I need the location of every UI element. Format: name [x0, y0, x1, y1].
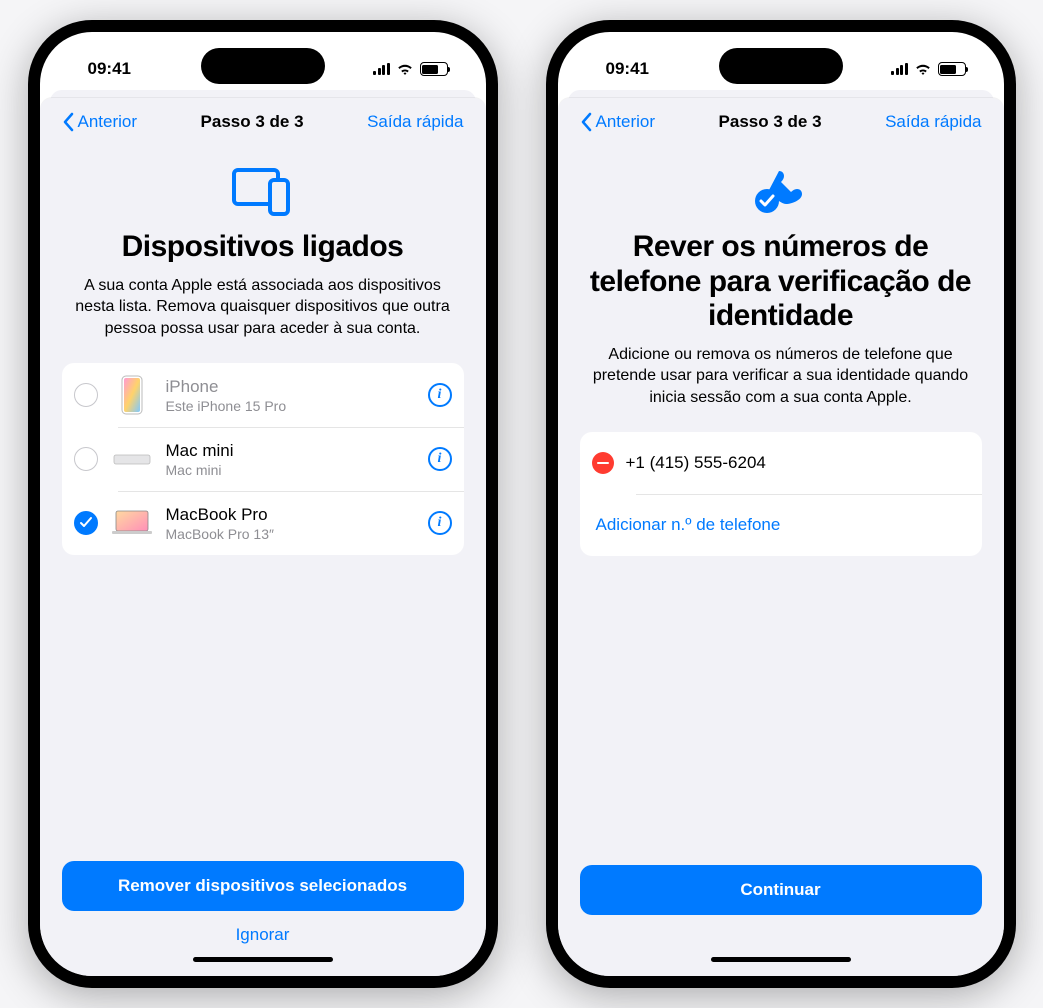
nav-bar: Anterior Passo 3 de 3 Saída rápida	[62, 98, 464, 142]
nav-bar: Anterior Passo 3 de 3 Saída rápida	[580, 98, 982, 142]
back-button[interactable]: Anterior	[62, 112, 138, 132]
device-model: Este iPhone 15 Pro	[166, 398, 416, 414]
remove-selected-button[interactable]: Remover dispositivos selecionados	[62, 861, 464, 911]
macbook-icon	[110, 501, 154, 545]
dynamic-island	[201, 48, 325, 84]
back-button[interactable]: Anterior	[580, 112, 656, 132]
hero-section: Rever os números de telefone para verifi…	[580, 142, 982, 426]
info-button[interactable]: i	[428, 383, 452, 407]
battery-icon	[420, 62, 448, 76]
page-title: Dispositivos ligados	[68, 230, 458, 265]
page-description: Adicione ou remova os números de telefon…	[586, 344, 976, 409]
check-icon	[79, 516, 93, 530]
dynamic-island	[719, 48, 843, 84]
info-button[interactable]: i	[428, 447, 452, 471]
device-row-iphone[interactable]: iPhone Este iPhone 15 Pro i	[62, 363, 464, 427]
status-time: 09:41	[606, 59, 649, 79]
battery-icon	[938, 62, 966, 76]
wifi-icon	[396, 62, 414, 76]
phone-mockup-right: 09:41 Anterior Passo 3 de 3 Saída rápida	[546, 20, 1016, 988]
home-indicator[interactable]	[711, 957, 851, 962]
modal-sheet: Anterior Passo 3 de 3 Saída rápida Dispo…	[40, 98, 486, 976]
select-radio[interactable]	[74, 447, 98, 471]
devices-icon	[68, 160, 458, 222]
select-radio[interactable]	[74, 383, 98, 407]
phone-check-icon	[586, 160, 976, 222]
wifi-icon	[914, 62, 932, 76]
phone-list: +1 (415) 555-6204 Adicionar n.º de telef…	[580, 432, 982, 556]
remove-button[interactable]	[592, 452, 614, 474]
quick-exit-button[interactable]: Saída rápida	[885, 112, 981, 132]
step-indicator: Passo 3 de 3	[201, 112, 304, 132]
home-indicator[interactable]	[193, 957, 333, 962]
continue-button[interactable]: Continuar	[580, 865, 982, 915]
device-model: MacBook Pro 13″	[166, 526, 416, 542]
device-name: iPhone	[166, 377, 416, 397]
iphone-icon	[110, 373, 154, 417]
hero-section: Dispositivos ligados A sua conta Apple e…	[62, 142, 464, 357]
status-time: 09:41	[88, 59, 131, 79]
skip-button[interactable]: Ignorar	[62, 911, 464, 949]
add-phone-button[interactable]: Adicionar n.º de telefone	[580, 494, 982, 556]
phone-mockup-left: 09:41 Anterior Passo 3 de 3 Saída rápida	[28, 20, 498, 988]
phone-number: +1 (415) 555-6204	[626, 453, 970, 473]
info-button[interactable]: i	[428, 511, 452, 535]
device-model: Mac mini	[166, 462, 416, 478]
device-name: MacBook Pro	[166, 505, 416, 525]
device-row-macmini[interactable]: Mac mini Mac mini i	[62, 427, 464, 491]
phone-row[interactable]: +1 (415) 555-6204	[580, 432, 982, 494]
select-radio[interactable]	[74, 511, 98, 535]
device-row-macbookpro[interactable]: MacBook Pro MacBook Pro 13″ i	[62, 491, 464, 555]
modal-sheet: Anterior Passo 3 de 3 Saída rápida Rever…	[558, 98, 1004, 976]
page-title: Rever os números de telefone para verifi…	[586, 230, 976, 334]
step-indicator: Passo 3 de 3	[719, 112, 822, 132]
cellular-icon	[891, 63, 908, 75]
screen: 09:41 Anterior Passo 3 de 3 Saída rápida	[40, 32, 486, 976]
device-list: iPhone Este iPhone 15 Pro i Mac mini Mac…	[62, 363, 464, 555]
cellular-icon	[373, 63, 390, 75]
quick-exit-button[interactable]: Saída rápida	[367, 112, 463, 132]
screen: 09:41 Anterior Passo 3 de 3 Saída rápida	[558, 32, 1004, 976]
macmini-icon	[110, 437, 154, 481]
device-name: Mac mini	[166, 441, 416, 461]
page-description: A sua conta Apple está associada aos dis…	[68, 275, 458, 340]
